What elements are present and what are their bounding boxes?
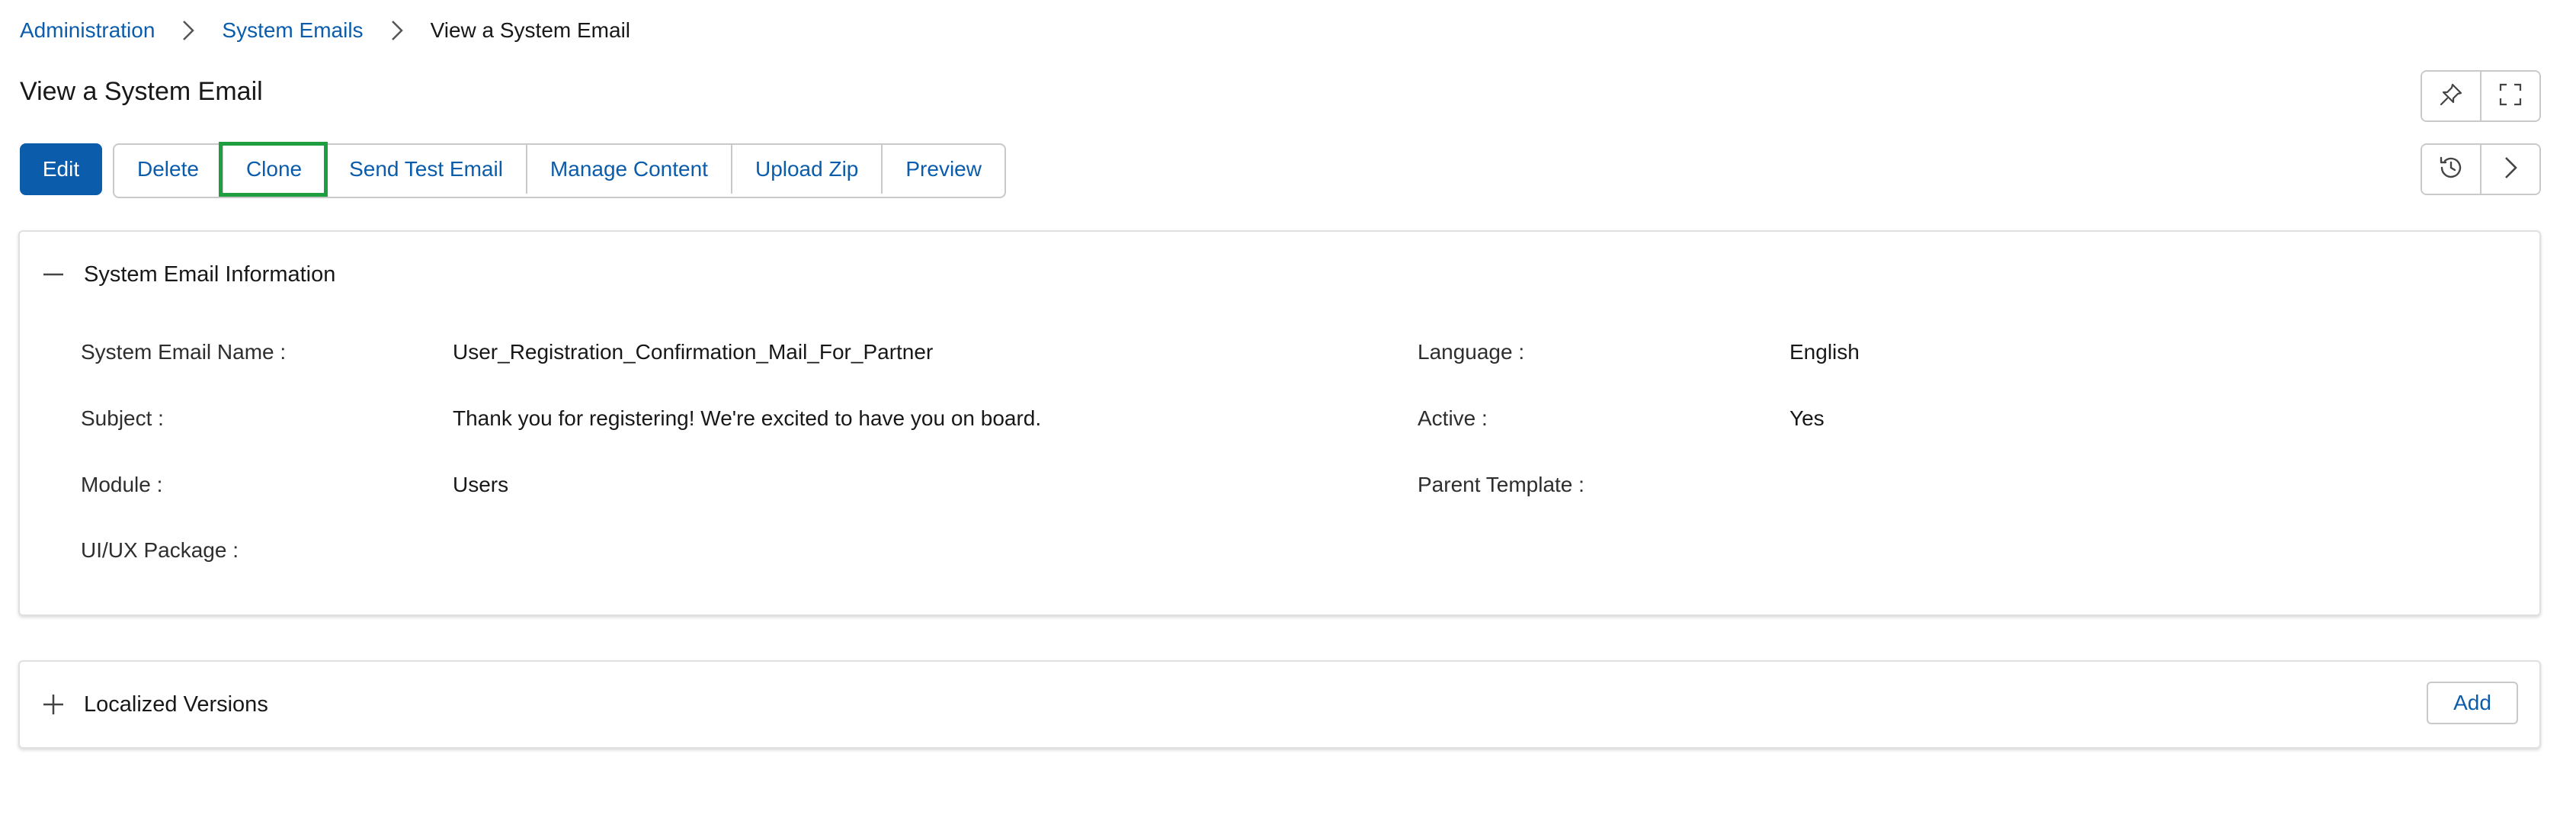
expand-icon [2498, 82, 2523, 111]
field-label-parent-template: Parent Template : [1418, 473, 1584, 496]
field-label-language: Language : [1418, 340, 1525, 364]
history-button[interactable] [2422, 145, 2480, 194]
field-label-module: Module : [81, 473, 163, 496]
record-nav-icon-group [2421, 143, 2541, 195]
header-icon-group [2421, 70, 2541, 122]
expand-plus-icon[interactable] [43, 694, 64, 715]
field-value-language: English [1789, 340, 1860, 364]
system-email-information-section: System Email Information System Email Na… [18, 230, 2541, 616]
page-title: View a System Email [20, 77, 263, 106]
delete-button[interactable]: Delete [114, 145, 222, 194]
field-value-system-email-name: User_Registration_Confirmation_Mail_For_… [453, 340, 934, 364]
section-header: Localized Versions [43, 688, 268, 721]
chevron-right-icon [175, 17, 202, 44]
chevron-right-icon [2502, 156, 2519, 184]
breadcrumb-current: View a System Email [430, 18, 631, 42]
upload-zip-button[interactable]: Upload Zip [730, 145, 881, 194]
field-value-subject: Thank you for registering! We're excited… [453, 406, 1042, 430]
preview-button[interactable]: Preview [881, 145, 1004, 194]
add-localized-version-button[interactable]: Add [2427, 682, 2518, 724]
edit-button[interactable]: Edit [20, 143, 102, 195]
clone-button[interactable]: Clone [218, 142, 328, 197]
section-title: System Email Information [84, 262, 336, 287]
field-label-subject: Subject : [81, 406, 164, 430]
breadcrumb: Administration System Emails View a Syst… [20, 15, 630, 46]
localized-versions-section: Localized Versions Add [18, 660, 2541, 749]
field-label-uiux-package: UI/UX Package : [81, 538, 239, 562]
section-header: System Email Information [43, 258, 335, 291]
history-icon [2437, 154, 2465, 185]
action-button-group: Delete Clone Send Test Email Manage Cont… [113, 142, 1006, 198]
next-record-button[interactable] [2480, 145, 2539, 194]
send-test-email-button[interactable]: Send Test Email [325, 145, 526, 194]
manage-content-button[interactable]: Manage Content [525, 145, 731, 194]
chevron-right-icon [383, 17, 411, 44]
breadcrumb-administration[interactable]: Administration [20, 18, 155, 43]
pin-button[interactable] [2422, 72, 2480, 120]
expand-button[interactable] [2480, 72, 2539, 120]
collapse-icon[interactable] [43, 264, 64, 285]
pin-icon [2439, 82, 2463, 111]
breadcrumb-system-emails[interactable]: System Emails [222, 18, 363, 43]
field-value-active: Yes [1789, 406, 1825, 430]
field-value-module: Users [453, 473, 509, 496]
section-title: Localized Versions [84, 691, 268, 717]
field-label-active: Active : [1418, 406, 1488, 430]
field-label-system-email-name: System Email Name : [81, 340, 287, 364]
